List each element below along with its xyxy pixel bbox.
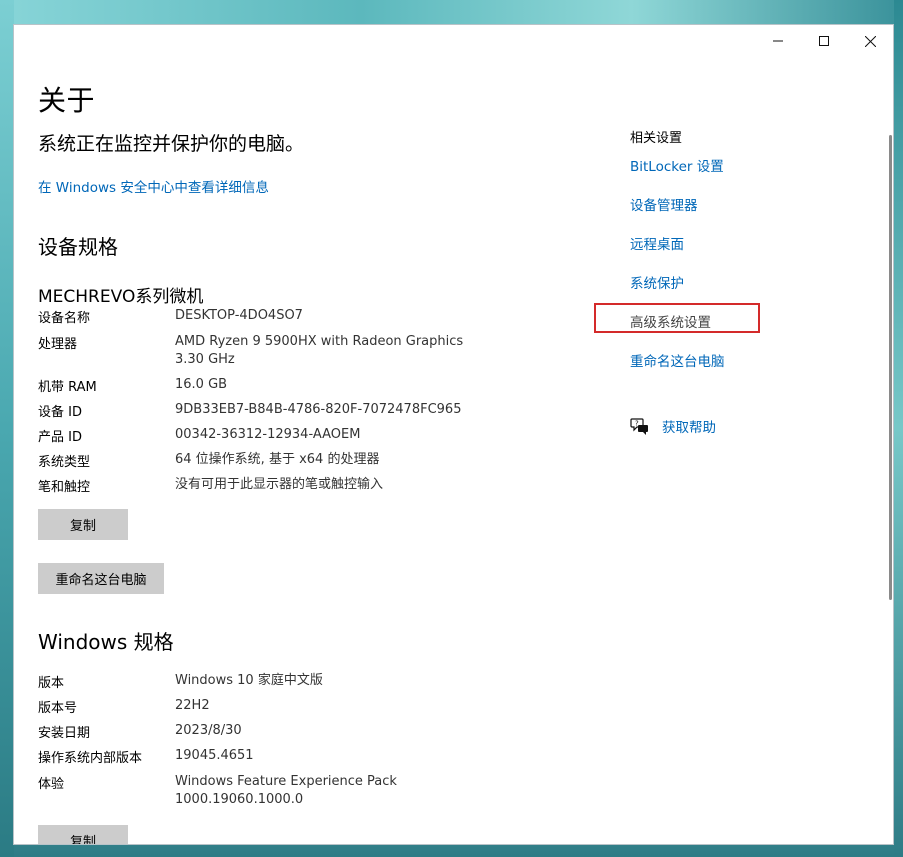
- spec-key: 版本号: [38, 701, 78, 716]
- device-spec-title: 设备规格: [38, 235, 118, 259]
- spec-value: 2023/8/30: [175, 723, 242, 738]
- spec-key: 体验: [38, 777, 65, 792]
- remote-desktop-link[interactable]: 远程桌面: [630, 233, 684, 253]
- spec-key: 处理器: [38, 337, 78, 352]
- spec-key: 操作系统内部版本: [38, 751, 143, 766]
- get-help-link[interactable]: ? 获取帮助: [630, 416, 716, 436]
- spec-key: 产品 ID: [38, 430, 82, 445]
- spec-value: DESKTOP-4DO4SO7: [175, 308, 303, 323]
- spec-value: Windows 10 家庭中文版: [175, 673, 323, 688]
- windows-spec-title: Windows 规格: [38, 630, 174, 654]
- scrollbar[interactable]: [889, 135, 892, 600]
- svg-text:?: ?: [635, 420, 639, 428]
- security-center-link[interactable]: 在 Windows 安全中心中查看详细信息: [38, 176, 269, 196]
- copy-device-spec-button[interactable]: 复制: [38, 509, 128, 540]
- rename-pc-button[interactable]: 重命名这台电脑: [38, 563, 164, 594]
- advanced-system-settings-link[interactable]: 高级系统设置: [630, 311, 711, 331]
- page-title: 关于: [38, 84, 96, 117]
- minimize-icon: [773, 40, 783, 42]
- spec-key: 系统类型: [38, 455, 91, 470]
- close-icon: [864, 35, 876, 47]
- bitlocker-settings-link[interactable]: BitLocker 设置: [630, 155, 724, 175]
- spec-key: 设备名称: [38, 311, 91, 326]
- close-button[interactable]: [847, 25, 893, 57]
- spec-key: 笔和触控: [38, 480, 91, 495]
- spec-value: 没有可用于此显示器的笔或触控输入: [175, 477, 384, 492]
- related-settings-title: 相关设置: [630, 131, 683, 146]
- spec-value: AMD Ryzen 9 5900HX with Radeon Graphics …: [175, 334, 464, 367]
- spec-value: 00342-36312-12934-AAOEM: [175, 427, 361, 442]
- desktop-wallpaper-top: [0, 0, 903, 24]
- minimize-button[interactable]: [755, 25, 801, 57]
- window-controls: [755, 25, 893, 57]
- maximize-button[interactable]: [801, 25, 847, 57]
- spec-key: 版本: [38, 676, 65, 691]
- rename-pc-link[interactable]: 重命名这台电脑: [630, 350, 725, 370]
- spec-key: 设备 ID: [38, 405, 82, 420]
- protection-status: 系统正在监控并保护你的电脑。: [38, 133, 305, 155]
- spec-value: 16.0 GB: [175, 377, 228, 392]
- spec-value: 19045.4651: [175, 748, 254, 763]
- settings-window: 关于 系统正在监控并保护你的电脑。 在 Windows 安全中心中查看详细信息 …: [13, 24, 894, 845]
- device-model-name: MECHREVO系列微机: [38, 287, 204, 307]
- desktop-wallpaper-left: [0, 0, 14, 857]
- spec-key: 安装日期: [38, 726, 91, 741]
- copy-windows-spec-button[interactable]: 复制: [38, 825, 128, 844]
- spec-value: 9DB33EB7-B84B-4786-820F-7072478FC965: [175, 402, 462, 417]
- spec-value: Windows Feature Experience Pack 1000.190…: [175, 774, 397, 807]
- system-protection-link[interactable]: 系统保护: [630, 272, 684, 292]
- spec-key: 机带 RAM: [38, 380, 97, 395]
- desktop-wallpaper-right: [894, 0, 903, 857]
- get-help-label: 获取帮助: [662, 420, 716, 436]
- device-manager-link[interactable]: 设备管理器: [630, 194, 698, 214]
- spec-value: 22H2: [175, 698, 210, 713]
- chat-help-icon: ?: [630, 418, 648, 435]
- spec-value: 64 位操作系统, 基于 x64 的处理器: [175, 452, 380, 467]
- maximize-icon: [819, 36, 829, 46]
